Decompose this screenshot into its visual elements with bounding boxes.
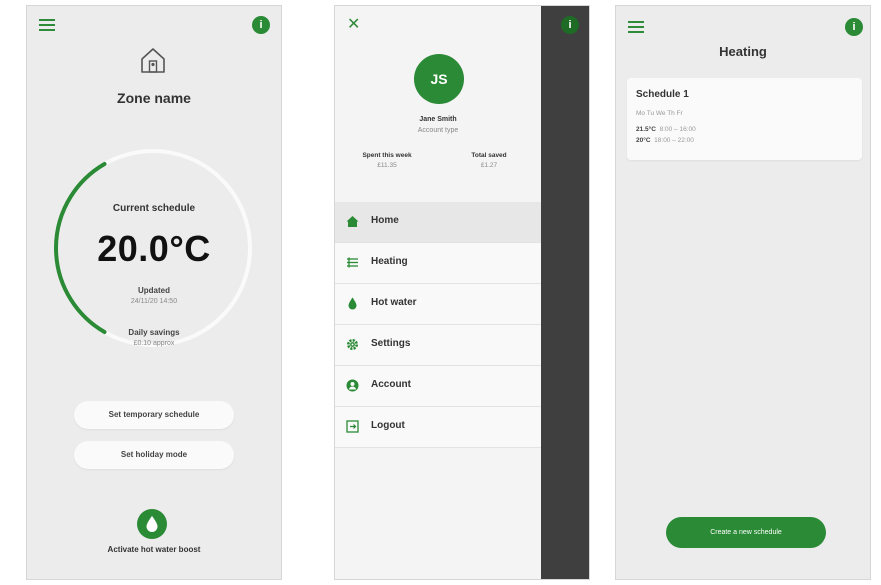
hot-water-boost-button[interactable] <box>137 509 167 539</box>
zone-name: Zone name <box>117 90 191 106</box>
savings-value: £0.10 approx <box>133 340 175 347</box>
current-schedule-label: Current schedule <box>112 203 196 214</box>
info-icon[interactable]: i <box>845 18 863 36</box>
info-icon[interactable]: i <box>252 16 270 34</box>
house-icon <box>141 48 165 73</box>
current-temperature: 20.0°C <box>97 228 211 269</box>
home-icon <box>346 216 359 227</box>
entry-temperature: 21.5°C <box>636 126 656 133</box>
menu-item-account[interactable]: Account <box>335 366 541 407</box>
entry-temperature: 20°C <box>636 137 651 144</box>
entry-time: 8:00 – 16:00 <box>659 126 696 133</box>
menu-item-label: Logout <box>371 420 405 431</box>
saved-label: Total saved <box>471 152 507 159</box>
saved-value: £1.27 <box>480 162 498 169</box>
logout-icon <box>346 420 359 433</box>
spent-this-week: Spent this week £11.35 <box>347 152 427 169</box>
menu-item-settings[interactable]: Settings <box>335 325 541 366</box>
savings-label: Daily savings <box>128 328 180 337</box>
user-name: Jane Smith <box>419 116 457 123</box>
total-saved: Total saved £1.27 <box>449 152 529 169</box>
holiday-mode-button[interactable]: Set holiday mode <box>74 441 234 469</box>
entry-time: 18:00 – 22:00 <box>654 137 694 144</box>
menu-item-label: Account <box>371 379 411 390</box>
menu-item-label: Hot water <box>371 297 417 308</box>
schedule-entry: 20°C 18:00 – 22:00 <box>636 137 694 144</box>
close-icon[interactable]: ✕ <box>347 14 360 34</box>
account-type: Account type <box>417 127 459 134</box>
hot-water-boost-label: Activate hot water boost <box>107 545 201 554</box>
heating-icon <box>347 257 358 268</box>
create-schedule-button[interactable]: Create a new schedule <box>666 517 826 548</box>
updated-value: 24/11/20 14:50 <box>130 298 178 305</box>
menu-item-label: Heating <box>371 256 408 267</box>
gear-icon <box>347 339 358 350</box>
updated-label: Updated <box>138 286 170 295</box>
drawer-menu: Home Heating Hot water Settings Account … <box>335 202 541 448</box>
page-title: Heating <box>719 44 767 59</box>
menu-item-heating[interactable]: Heating <box>335 243 541 284</box>
schedule-title: Schedule 1 <box>636 89 689 100</box>
water-drop-icon <box>146 516 158 532</box>
heating-screen: i Heating Schedule 1 Mo Tu We Th Fr 21.5… <box>615 5 871 580</box>
menu-item-hot-water[interactable]: Hot water <box>335 284 541 325</box>
menu-icon[interactable] <box>39 19 55 31</box>
menu-item-label: Settings <box>371 338 411 349</box>
menu-item-home[interactable]: Home <box>335 202 541 243</box>
water-drop-icon <box>348 297 357 310</box>
home-screen: i Zone name Current schedule 20.0°C Upda… <box>26 5 282 580</box>
avatar: JS <box>414 54 464 104</box>
spent-value: £11.35 <box>377 162 397 169</box>
info-icon: i <box>561 16 579 34</box>
menu-icon[interactable] <box>628 21 644 33</box>
schedule-days: Mo Tu We Th Fr <box>636 110 683 117</box>
screen-dim-overlay[interactable] <box>541 6 589 579</box>
navigation-drawer-screen: ✕ JS Jane Smith Account type Spent this … <box>334 5 590 580</box>
menu-item-label: Home <box>371 215 399 226</box>
temporary-schedule-button[interactable]: Set temporary schedule <box>74 401 234 429</box>
schedule-card[interactable]: Schedule 1 Mo Tu We Th Fr 21.5°C 8:00 – … <box>627 78 862 160</box>
menu-item-logout[interactable]: Logout <box>335 407 541 448</box>
spent-label: Spent this week <box>362 152 412 159</box>
account-icon <box>346 379 359 392</box>
schedule-entry: 21.5°C 8:00 – 16:00 <box>636 126 696 133</box>
